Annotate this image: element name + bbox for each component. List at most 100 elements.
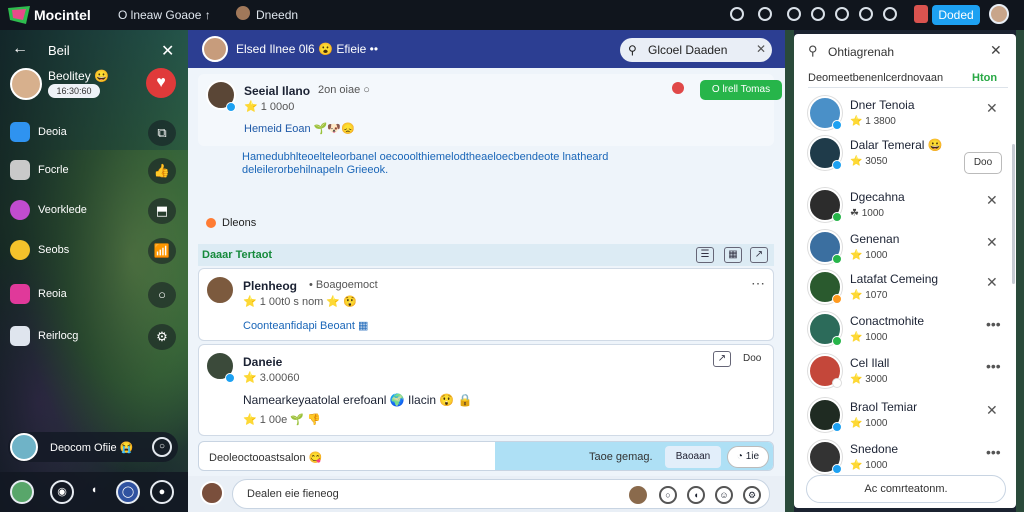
online-icon: [832, 336, 842, 346]
sidebar-item-label: Focrle: [38, 164, 69, 176]
post-action[interactable]: Doo: [743, 353, 761, 364]
more-icon[interactable]: •••: [986, 358, 1001, 374]
status-card[interactable]: Deocom Ofiie 😭 ○: [8, 432, 178, 462]
message-input[interactable]: Dealen eie fieneog ○ ◖ ☺ ⚙: [232, 479, 770, 509]
list-item[interactable]: Dalar Temeral 😀 ⭐ 3050 Doo: [808, 134, 1008, 174]
follow-button[interactable]: O lrell Tomas: [700, 80, 782, 100]
dismiss-icon[interactable]: ✕: [986, 274, 998, 291]
post-stats: ⭐ 3.00060: [243, 372, 300, 384]
more-icon[interactable]: •••: [986, 316, 1001, 332]
reply-row[interactable]: Dleons: [206, 217, 256, 229]
expand-icon[interactable]: ↗: [750, 247, 768, 263]
more-icon[interactable]: •••: [986, 444, 1001, 460]
close-icon[interactable]: ✕: [990, 42, 1002, 59]
profile-avatar[interactable]: [10, 68, 42, 100]
post-author[interactable]: Plenheog: [243, 279, 297, 293]
verified-icon: [832, 120, 842, 130]
list-item[interactable]: Dgecahna ☘ 1000 ✕: [808, 186, 1008, 226]
compose-bar[interactable]: Deoleoctooastsalon 😋 Taoe gemag. Baoaan …: [198, 441, 774, 471]
attach-icon[interactable]: ◖: [687, 486, 705, 504]
people-footer-button[interactable]: Ac comrteatonm.: [806, 475, 1006, 503]
more-icon[interactable]: ⋯: [751, 275, 765, 292]
sidebar-title: Beil: [48, 43, 70, 58]
list-icon[interactable]: ☰: [696, 247, 714, 263]
post-avatar[interactable]: [205, 275, 235, 305]
user-avatar[interactable]: [989, 4, 1009, 24]
home-icon[interactable]: ◯: [116, 480, 140, 504]
sidebar-action-icon[interactable]: ⬒: [148, 198, 176, 224]
sticker-icon[interactable]: [629, 486, 647, 504]
gif-icon[interactable]: ○: [659, 486, 677, 504]
sidebar-item-3[interactable]: Seobs 📶: [10, 238, 182, 264]
dismiss-icon[interactable]: ✕: [986, 100, 998, 117]
post-author[interactable]: Daneie: [243, 355, 282, 369]
people-search-input[interactable]: ⚲ Ohtiagrenah ✕: [802, 40, 1008, 64]
pin-icon[interactable]: [672, 82, 684, 94]
status-avatar: [10, 433, 38, 461]
clear-icon[interactable]: ✕: [756, 42, 766, 56]
refresh-icon[interactable]: [835, 7, 849, 21]
post-author[interactable]: Seeial Ilano: [244, 84, 310, 98]
list-item[interactable]: Dner Tenoia ⭐ 1 3800 ✕: [808, 94, 1008, 134]
sidebar-item-0[interactable]: Deoia ⧉: [10, 120, 182, 146]
sidebar-item-1[interactable]: Focrle 👍: [10, 158, 182, 184]
grid-icon[interactable]: ▦: [724, 247, 742, 263]
list-item[interactable]: Genenan ⭐ 1000 ✕: [808, 228, 1008, 268]
compose-counter[interactable]: ◔ 1ie: [727, 446, 769, 468]
more-options-icon[interactable]: ⚙: [743, 486, 761, 504]
sidebar-action-icon[interactable]: ⚙: [148, 324, 176, 350]
chat-search-input[interactable]: ⚲ Glcoel Daaden ✕: [620, 38, 772, 62]
chat-avatar[interactable]: [202, 36, 228, 62]
back-arrow-icon[interactable]: ←: [12, 41, 28, 57]
list-item[interactable]: Braol Temiar ⭐ 1000 ✕: [808, 396, 1008, 436]
sidebar-action-icon[interactable]: ○: [148, 282, 176, 308]
chat-panel: Elsed Ilnee 0l6 😮 Efieie •• ⚲ Glcoel Daa…: [188, 30, 785, 512]
people-panel: ⚲ Ohtiagrenah ✕ Deomeetbenenlcerdnovaan …: [794, 34, 1016, 508]
compose-send-button[interactable]: Baoaan: [665, 446, 721, 468]
bell-icon[interactable]: ●: [150, 480, 174, 504]
verified-icon: [832, 160, 842, 170]
post-text: Hamedubhlteoelteleorbanel oecooolthiemel…: [242, 151, 609, 176]
clock-icon[interactable]: [730, 7, 744, 21]
section-bar: Daaar Tertaot ☰ ▦ ↗: [198, 244, 774, 266]
me-avatar[interactable]: [10, 480, 34, 504]
timer-icon[interactable]: [811, 7, 825, 21]
shield-icon[interactable]: [787, 7, 801, 21]
eye-icon[interactable]: ◉: [50, 480, 74, 504]
tab-profile[interactable]: Dneedn: [256, 8, 298, 22]
sidebar-action-icon[interactable]: 📶: [148, 238, 176, 264]
drop-icon[interactable]: [758, 7, 772, 21]
close-icon[interactable]: ✕: [161, 41, 174, 61]
header-cta-button[interactable]: Doded: [932, 5, 980, 25]
dismiss-icon[interactable]: ✕: [986, 402, 998, 419]
post-link[interactable]: Coonteanfidapi Beoant ▦: [243, 319, 368, 332]
dismiss-icon[interactable]: ✕: [986, 234, 998, 251]
sidebar-item-4[interactable]: Reoia ○: [10, 282, 182, 308]
emoji-icon[interactable]: ☺: [715, 486, 733, 504]
user-action-button[interactable]: Doo: [964, 152, 1002, 174]
sidebar-action-icon[interactable]: 👍: [148, 158, 176, 184]
list-item[interactable]: Conactmohite ⭐ 1000 •••: [808, 310, 1008, 350]
circle-icon[interactable]: ◖: [82, 480, 106, 504]
list-item[interactable]: Snedone ⭐ 1000 •••: [808, 438, 1008, 474]
share-icon[interactable]: ↗: [713, 351, 731, 367]
tab-main[interactable]: O lneaw Goaoe ↑: [118, 8, 211, 22]
layers-icon: [10, 326, 30, 346]
dismiss-icon[interactable]: ✕: [986, 192, 998, 209]
list-item[interactable]: Latafat Cemeing ⭐ 1070 ✕: [808, 268, 1008, 308]
notification-badge[interactable]: [914, 5, 928, 23]
sidebar-action-icon[interactable]: ⧉: [148, 120, 176, 146]
status-toggle-icon[interactable]: ○: [152, 437, 172, 457]
verified-icon: [225, 373, 235, 383]
sidebar-item-5[interactable]: Reirlocg ⚙: [10, 324, 182, 350]
post-tagline: Hemeid Eoan 🌱🐶😞: [244, 123, 355, 135]
scrollbar[interactable]: [1012, 144, 1015, 284]
people-header-action[interactable]: Hton: [972, 72, 997, 84]
flame-icon[interactable]: [859, 7, 873, 21]
sidebar-item-2[interactable]: Veorklede ⬒: [10, 198, 182, 224]
heart-icon[interactable]: ♥: [146, 68, 176, 98]
my-avatar[interactable]: [200, 481, 224, 505]
settings-icon[interactable]: [883, 7, 897, 21]
verified-icon: [226, 102, 236, 112]
list-item[interactable]: Cel Ilall ⭐ 3000 •••: [808, 352, 1008, 392]
